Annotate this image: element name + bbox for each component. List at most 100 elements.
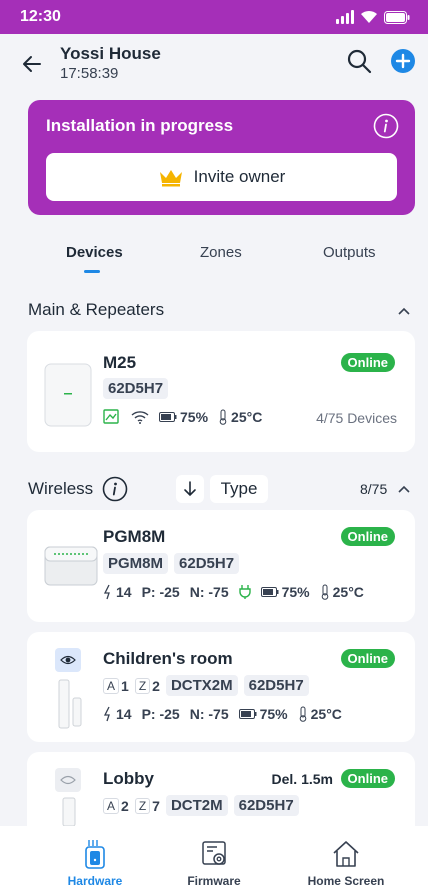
- zone-chip: Z: [134, 797, 151, 814]
- device-chips: A 1 Z 2 DCTX2M 62D5H7: [103, 675, 315, 696]
- status-badge: Online: [340, 649, 395, 668]
- status-time: 12:30: [20, 8, 61, 25]
- installation-banner: Installation in progress Invite owner: [28, 100, 415, 215]
- cell-signal-icon: [336, 10, 354, 24]
- p-value: P: -25: [141, 706, 180, 722]
- installation-title: Installation in progress: [46, 116, 234, 135]
- plug-icon: [238, 585, 251, 599]
- area-chip: A: [103, 677, 120, 694]
- battery-stat: 75%: [159, 409, 208, 425]
- n-value: N: -75: [189, 706, 229, 722]
- nav-home-screen[interactable]: Home Screen: [281, 826, 411, 888]
- wifi-icon: [361, 10, 377, 23]
- info-icon[interactable]: [373, 113, 399, 139]
- zone-number: 2: [152, 677, 160, 694]
- temperature-stat: 25°C: [218, 409, 262, 425]
- signal-value: 14: [116, 706, 132, 722]
- battery-stat: 75%: [238, 706, 288, 722]
- battery-level-icon: [260, 587, 279, 597]
- search-icon[interactable]: [346, 48, 372, 74]
- tab-devices[interactable]: Devices: [66, 244, 123, 261]
- temperature-stat: 25°C: [298, 706, 342, 722]
- bottom-nav: Hardware Firmware Home Screen: [0, 826, 428, 894]
- device-card-childrens-room[interactable]: Children's room Online A 1 Z 2 DCTX2M 62…: [27, 632, 415, 742]
- serial-chip: 62D5H7: [243, 675, 309, 696]
- temperature-value: 25°C: [231, 409, 263, 425]
- invite-owner-button[interactable]: Invite owner: [46, 153, 397, 201]
- eye-icon: [60, 655, 76, 665]
- battery-level-icon: [159, 412, 177, 422]
- model-chip: DCT2M: [165, 795, 228, 816]
- back-arrow-icon[interactable]: [20, 52, 44, 76]
- eye-badge: [55, 648, 81, 672]
- signal-stat: 14: [103, 584, 132, 600]
- battery-icon: [384, 10, 410, 24]
- battery-value: 75%: [259, 706, 288, 722]
- zone-number: 7: [152, 797, 160, 814]
- section-title-wireless: Wireless: [28, 479, 94, 498]
- page-subtitle: 17:58:39: [60, 65, 119, 82]
- temperature-value: 25°C: [332, 584, 364, 600]
- closed-eye-badge: [55, 768, 81, 792]
- device-name: Children's room: [103, 649, 233, 668]
- temperature-value: 25°C: [310, 706, 342, 722]
- device-chips: PGM8M 62D5H7: [103, 553, 245, 574]
- delay-label: Del. 1.5m: [271, 771, 333, 787]
- page-title: Yossi House: [60, 44, 161, 63]
- hardware-icon: [85, 840, 105, 869]
- pgm-device-image: [44, 546, 98, 586]
- chevron-up-icon[interactable]: [397, 484, 411, 494]
- model-chip: DCTX2M: [165, 675, 238, 696]
- section-title-main: Main & Repeaters: [28, 300, 165, 319]
- app-header: Yossi House 17:58:39: [0, 34, 428, 94]
- chevron-up-icon[interactable]: [397, 306, 411, 316]
- active-tab-indicator: [84, 270, 100, 273]
- battery-value: 75%: [180, 409, 209, 425]
- serial-chip: 62D5H7: [233, 795, 299, 816]
- status-badge: Online: [340, 353, 395, 372]
- eye-closed-icon: [60, 775, 76, 785]
- firmware-icon: [202, 841, 226, 865]
- tabs: Devices Zones Outputs: [0, 244, 428, 276]
- tab-zones[interactable]: Zones: [200, 244, 242, 261]
- device-name: M25: [103, 353, 137, 372]
- nav-hardware[interactable]: Hardware: [30, 826, 160, 888]
- thermometer-icon: [299, 706, 306, 722]
- nav-firmware[interactable]: Firmware: [149, 826, 279, 888]
- device-card-pgm8m[interactable]: PGM8M Online PGM8M 62D5H7 14 P: -25 N: -…: [27, 510, 415, 622]
- model-chip: PGM8M: [103, 553, 169, 574]
- door-sensor-image: [58, 679, 82, 729]
- tab-outputs[interactable]: Outputs: [323, 244, 376, 261]
- status-icons: [336, 10, 410, 24]
- power-source-icon: [103, 409, 119, 424]
- home-icon: [333, 841, 359, 867]
- device-chips: A 2 Z 7 DCT2M 62D5H7: [103, 795, 305, 816]
- sort-direction-button[interactable]: [176, 475, 204, 503]
- device-card-m25[interactable]: M25 Online 62D5H7 75% 25°C 4/75 Devices: [27, 331, 415, 452]
- serial-chip: 62D5H7: [103, 378, 169, 399]
- device-name: Lobby: [103, 769, 154, 788]
- thermometer-icon: [321, 584, 328, 600]
- hub-device-image: [44, 363, 92, 427]
- signal-strength-icon: [103, 584, 110, 600]
- status-badge: Online: [340, 527, 395, 546]
- nav-label: Hardware: [67, 874, 123, 888]
- status-bar: 12:30: [0, 0, 428, 34]
- add-icon[interactable]: [390, 48, 416, 74]
- wireless-info-icon[interactable]: [102, 476, 128, 502]
- thermometer-icon: [219, 409, 227, 425]
- device-count: 4/75 Devices: [316, 410, 397, 426]
- device-stats: 14 P: -25 N: -75 75% 25°C: [103, 706, 352, 722]
- serial-chip: 62D5H7: [174, 553, 240, 574]
- door-sensor-image: [62, 797, 76, 826]
- zone-chip: Z: [134, 677, 151, 694]
- status-badge: Online: [340, 769, 395, 788]
- device-stats: 14 P: -25 N: -75 75% 25°C: [103, 584, 374, 600]
- signal-stat: 14: [103, 706, 132, 722]
- n-value: N: -75: [189, 584, 229, 600]
- battery-level-icon: [238, 709, 257, 719]
- arrow-down-icon: [184, 481, 196, 497]
- battery-stat: 75%: [260, 584, 310, 600]
- signal-strength-icon: [103, 706, 110, 722]
- sort-type-button[interactable]: Type: [210, 475, 268, 503]
